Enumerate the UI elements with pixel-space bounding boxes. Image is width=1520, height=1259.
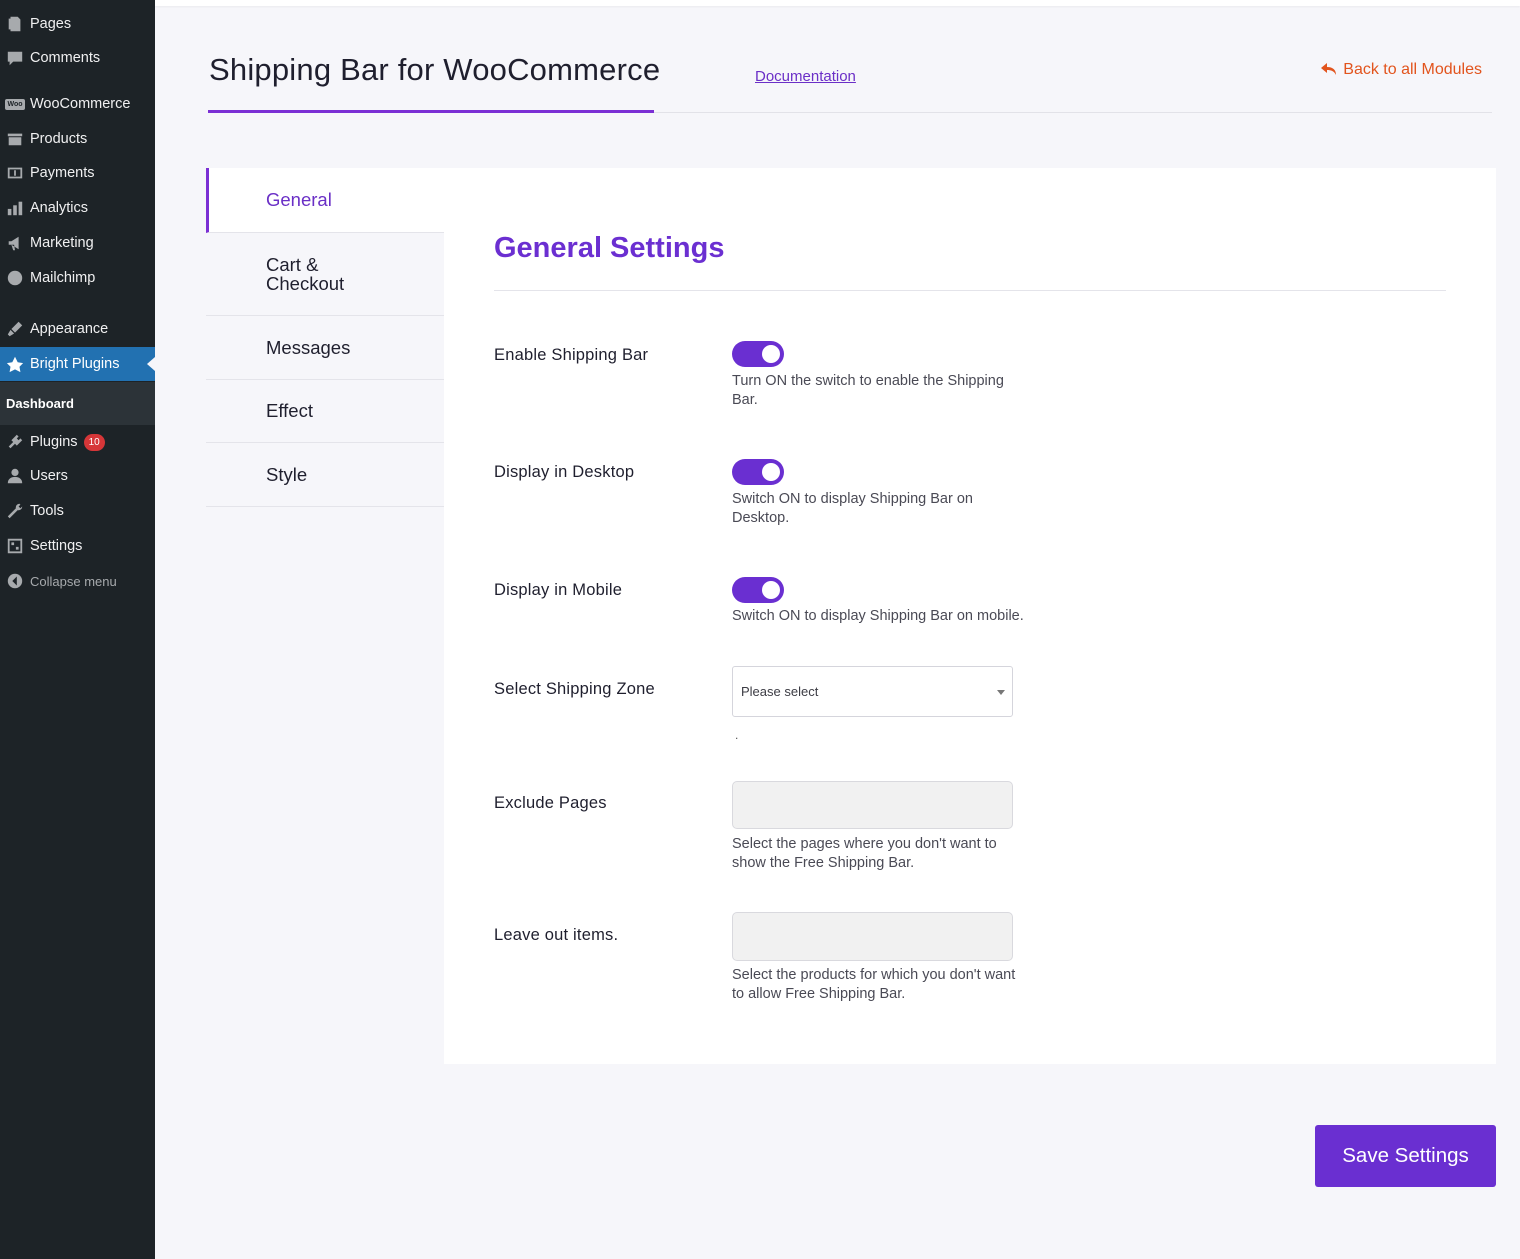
leave-out-items-multiselect[interactable] [732,912,1013,961]
top-strip [155,0,1520,6]
tab-label: General [266,189,332,211]
save-settings-button[interactable]: Save Settings [1315,1125,1496,1187]
users-icon [0,467,30,485]
reply-arrow-icon [1321,63,1337,75]
header-divider [654,112,1492,113]
submenu-label: Dashboard [6,396,74,411]
sidebar-item-label: Analytics [30,200,89,216]
sidebar-item-label: Collapse menu [30,573,117,589]
sidebar-item-label: Tools [30,503,64,519]
panel-title: General Settings [494,232,725,264]
products-icon [0,130,30,148]
sidebar-item-plugins[interactable]: Plugins 10 [0,425,155,459]
sidebar-item-label: Products [30,131,88,147]
sidebar-item-label: Appearance [30,321,109,337]
tab-label: Messages [266,336,351,358]
sidebar-item-label: Comments [30,50,101,66]
woocommerce-icon: Woo [5,98,25,110]
sidebar-item-tools[interactable]: Tools [0,494,155,528]
general-settings-panel: General Settings Enable Shipping Bar Tur… [444,168,1496,1064]
sidebar-item-label: Pages [30,16,72,32]
sidebar-item-analytics[interactable]: Analytics [0,191,155,225]
sidebar-item-label: WooCommerce [30,96,131,112]
settings-icon [0,537,30,555]
marketing-icon [0,234,30,252]
sidebar-item-comments[interactable]: Comments [0,41,155,75]
shipping-zone-select[interactable]: Please select [732,666,1013,717]
back-link-label: Back to all Modules [1343,61,1482,78]
sidebar-item-appearance[interactable]: Appearance [0,312,155,346]
toggle-knob [762,581,780,599]
leave-out-items-label: Leave out items. [494,926,619,944]
tab-label: Style [266,463,308,485]
plugins-update-badge: 10 [83,433,105,451]
sidebar-item-users[interactable]: Users [0,459,155,493]
panel-divider [494,290,1446,291]
pages-icon [0,15,30,33]
sidebar-item-label: Settings [30,538,83,554]
tools-icon [0,502,30,520]
sidebar-item-label: Plugins [30,434,78,450]
sidebar-item-label: Users [30,468,68,484]
select-placeholder: Please select [741,684,819,699]
tab-label: Effect [266,400,313,422]
sidebar-item-payments[interactable]: Payments [0,156,155,190]
exclude-pages-multiselect[interactable] [732,781,1013,829]
plugins-icon [0,433,30,451]
exclude-pages-label: Exclude Pages [494,794,607,812]
exclude-pages-help: Select the pages where you don't want to… [732,836,997,871]
sidebar-item-label: Payments [30,165,95,181]
sidebar-item-label: Mailchimp [30,270,96,286]
admin-sidebar: Pages Comments Woo WooCommerce Products … [0,0,155,1259]
toggle-knob [762,463,780,481]
tab-label: Cart & Checkout [266,253,345,294]
shipping-zone-note: . [735,728,739,742]
appearance-icon [0,320,30,338]
caret-down-icon [997,690,1005,695]
sidebar-item-pages[interactable]: Pages [0,7,155,41]
sidebar-item-products[interactable]: Products [0,122,155,156]
sidebar-submenu-dashboard[interactable]: Dashboard [0,382,155,425]
title-underline [208,110,654,113]
toggle-knob [762,345,780,363]
display-mobile-help: Switch ON to display Shipping Bar on mob… [732,608,1024,624]
sidebar-item-marketing[interactable]: Marketing [0,226,155,260]
mailchimp-icon [0,269,30,287]
sidebar-item-settings[interactable]: Settings [0,529,155,563]
back-to-modules-link[interactable]: Back to all Modules [1321,61,1482,79]
tab-general[interactable]: General [206,168,444,233]
enable-shipping-bar-toggle[interactable] [732,341,784,367]
analytics-icon [0,199,30,217]
comments-icon [0,49,30,67]
display-mobile-toggle[interactable] [732,577,784,603]
sidebar-item-label: Marketing [30,235,94,251]
bright-plugins-icon [0,355,30,373]
documentation-link[interactable]: Documentation [755,68,856,85]
payments-icon [0,164,30,182]
page-title: Shipping Bar for WooCommerce [209,52,661,87]
tab-cart-checkout[interactable]: Cart & Checkout [206,233,444,316]
sidebar-item-bright-plugins[interactable]: Bright Plugins [0,347,155,381]
display-desktop-help: Switch ON to display Shipping Bar on Des… [732,491,973,526]
sidebar-collapse-menu[interactable]: Collapse menu [0,564,155,598]
display-desktop-label: Display in Desktop [494,463,635,481]
display-mobile-label: Display in Mobile [494,581,623,599]
collapse-icon [0,572,30,590]
sidebar-item-label: Bright Plugins [30,356,120,372]
enable-shipping-bar-help: Turn ON the switch to enable the Shippin… [732,373,1004,408]
sidebar-item-mailchimp[interactable]: Mailchimp [0,261,155,295]
leave-out-items-help: Select the products for which you don't … [732,967,1016,1002]
tab-style[interactable]: Style [206,443,444,507]
tab-messages[interactable]: Messages [206,316,444,380]
enable-shipping-bar-label: Enable Shipping Bar [494,346,649,364]
tab-effect[interactable]: Effect [206,380,444,443]
sidebar-item-woocommerce[interactable]: Woo WooCommerce [0,87,155,121]
display-desktop-toggle[interactable] [732,459,784,485]
shipping-zone-label: Select Shipping Zone [494,680,655,698]
